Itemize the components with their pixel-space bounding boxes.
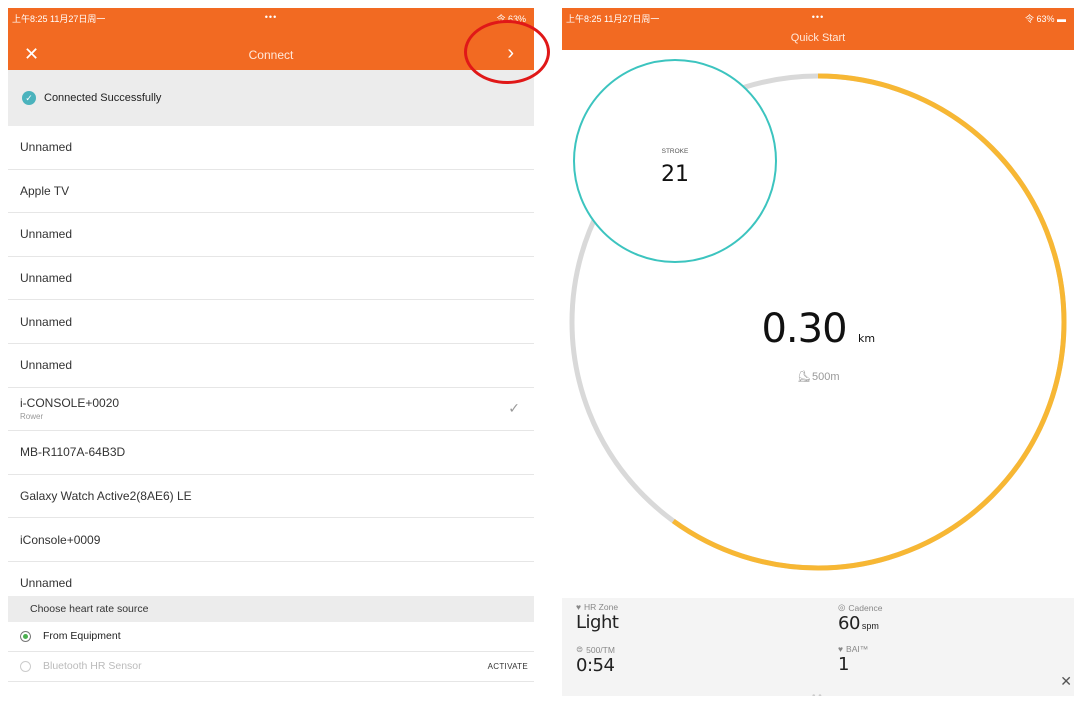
radio-unselected-icon[interactable] bbox=[20, 660, 31, 672]
device-list-item[interactable]: Unnamed bbox=[8, 344, 534, 388]
connected-banner: ✓ Connected Successfully bbox=[8, 70, 534, 126]
device-list-item[interactable]: Galaxy Watch Active2(8AE6) LE bbox=[8, 475, 534, 519]
stat-value: 0:54 bbox=[576, 655, 615, 676]
pin-icon[interactable]: ✕ bbox=[1060, 673, 1072, 690]
device-name: i-CONSOLE+0020 bbox=[20, 396, 120, 411]
hr-option-label: From Equipment bbox=[43, 630, 121, 643]
page-title: Quick Start bbox=[790, 32, 846, 44]
checkmark-icon: ✓ bbox=[508, 399, 520, 416]
stat-unit: spm bbox=[861, 621, 879, 631]
nav-bar: Quick Start bbox=[562, 28, 1074, 50]
page-title: Connect bbox=[248, 48, 294, 62]
stat-label: BAI™ bbox=[846, 644, 869, 654]
stat-value: 60 bbox=[838, 613, 860, 634]
distance-gauge: 0.30 km ⛸ 500m STROKE 21 bbox=[569, 59, 1067, 571]
status-dots: ••• bbox=[264, 12, 278, 22]
stat-value: 1 bbox=[838, 654, 849, 675]
stat-value: Light bbox=[576, 612, 619, 633]
stat-label: Cadence bbox=[848, 602, 883, 613]
stat-bai: ♥ BAI™ 1 bbox=[838, 644, 868, 675]
device-name: Galaxy Watch Active2(8AE6) LE bbox=[20, 489, 192, 504]
device-name: Unnamed bbox=[20, 227, 73, 242]
distance-unit: km bbox=[858, 332, 875, 345]
target-distance: 500m bbox=[812, 371, 840, 383]
stat-label: HR Zone bbox=[584, 602, 619, 612]
target-icon: ⛸ bbox=[797, 370, 811, 383]
cadence-icon: ◎ bbox=[838, 602, 846, 612]
stroke-value: 21 bbox=[661, 162, 689, 187]
stats-panel: ♥ HR Zone Light ◎ Cadence 60 spm ⊜ 500/TM 0:… bbox=[562, 598, 1074, 696]
stat-label: 500/TM bbox=[586, 644, 615, 655]
status-time: 上午8:25 11月27日周一 bbox=[12, 14, 106, 24]
nav-bar: ✕ Connect › bbox=[8, 40, 534, 70]
connected-text: Connected Successfully bbox=[44, 92, 162, 104]
heart-icon: ♥ bbox=[576, 602, 582, 612]
stat-pace: ⊜ 500/TM 0:54 bbox=[576, 644, 615, 676]
pace-icon: ⊜ bbox=[576, 644, 584, 654]
device-name: Apple TV bbox=[20, 183, 70, 198]
distance-value: 0.30 bbox=[761, 306, 846, 352]
device-list-item[interactable]: Unnamed bbox=[8, 126, 534, 170]
radio-selected-icon[interactable] bbox=[20, 630, 31, 642]
connect-screen: 上午8:25 11月27日周一 ••• 令 63% ✕ Connect › ✓ … bbox=[8, 8, 534, 696]
device-list-item[interactable]: Apple TV bbox=[8, 170, 534, 214]
device-type: Rower bbox=[20, 412, 44, 422]
status-battery: 令 63% ▬ bbox=[1024, 14, 1066, 24]
device-list-item[interactable]: iConsole+0009 bbox=[8, 518, 534, 562]
device-name: Unnamed bbox=[20, 575, 73, 590]
stroke-ring bbox=[573, 59, 777, 263]
hr-option-label: Bluetooth HR Sensor bbox=[43, 660, 142, 673]
device-list-item[interactable]: Unnamed bbox=[8, 257, 534, 301]
status-bar: 上午8:25 11月27日周一 ••• 令 63% bbox=[8, 8, 534, 40]
device-name: Unnamed bbox=[20, 140, 73, 155]
device-name: iConsole+0009 bbox=[20, 532, 101, 547]
page-indicator[interactable]: • • bbox=[812, 691, 822, 696]
stroke-label: STROKE bbox=[662, 148, 689, 155]
stat-cadence: ◎ Cadence 60 spm bbox=[838, 602, 882, 634]
device-list-item[interactable]: Unnamed bbox=[8, 562, 534, 596]
check-circle-icon: ✓ bbox=[22, 91, 36, 105]
activate-button[interactable]: ACTIVATE bbox=[488, 662, 528, 671]
device-list-item[interactable]: Unnamed bbox=[8, 213, 534, 257]
hr-source-header: Choose heart rate source bbox=[8, 595, 534, 622]
device-list: Unnamed Apple TV Unnamed Unnamed Unnamed Unna… bbox=[8, 126, 534, 596]
quick-start-screen: 上午8:25 11月27日周一 ••• 令 63% ▬ Quick Start … bbox=[562, 8, 1074, 696]
device-name: Unnamed bbox=[20, 314, 73, 329]
status-dots: ••• bbox=[811, 12, 825, 22]
device-name: MB-R1107A-64B3D bbox=[20, 445, 126, 460]
device-list-item[interactable]: i-CONSOLE+0020 Rower ✓ bbox=[8, 388, 534, 432]
device-list-item[interactable]: MB-R1107A-64B3D bbox=[8, 431, 534, 475]
status-bar: 上午8:25 11月27日周一 ••• 令 63% ▬ bbox=[562, 8, 1074, 28]
device-name: Unnamed bbox=[20, 271, 73, 286]
hr-option-bluetooth[interactable]: Bluetooth HR Sensor ACTIVATE bbox=[8, 652, 534, 682]
status-time: 上午8:25 11月27日周一 bbox=[566, 14, 660, 24]
device-name: Unnamed bbox=[20, 358, 73, 373]
heart-icon: ♥ bbox=[838, 644, 844, 654]
highlight-circle bbox=[464, 20, 550, 84]
device-list-item[interactable]: Unnamed bbox=[8, 300, 534, 344]
stat-hr-zone: ♥ HR Zone Light bbox=[576, 602, 619, 633]
hr-option-equipment[interactable]: From Equipment bbox=[8, 622, 534, 652]
